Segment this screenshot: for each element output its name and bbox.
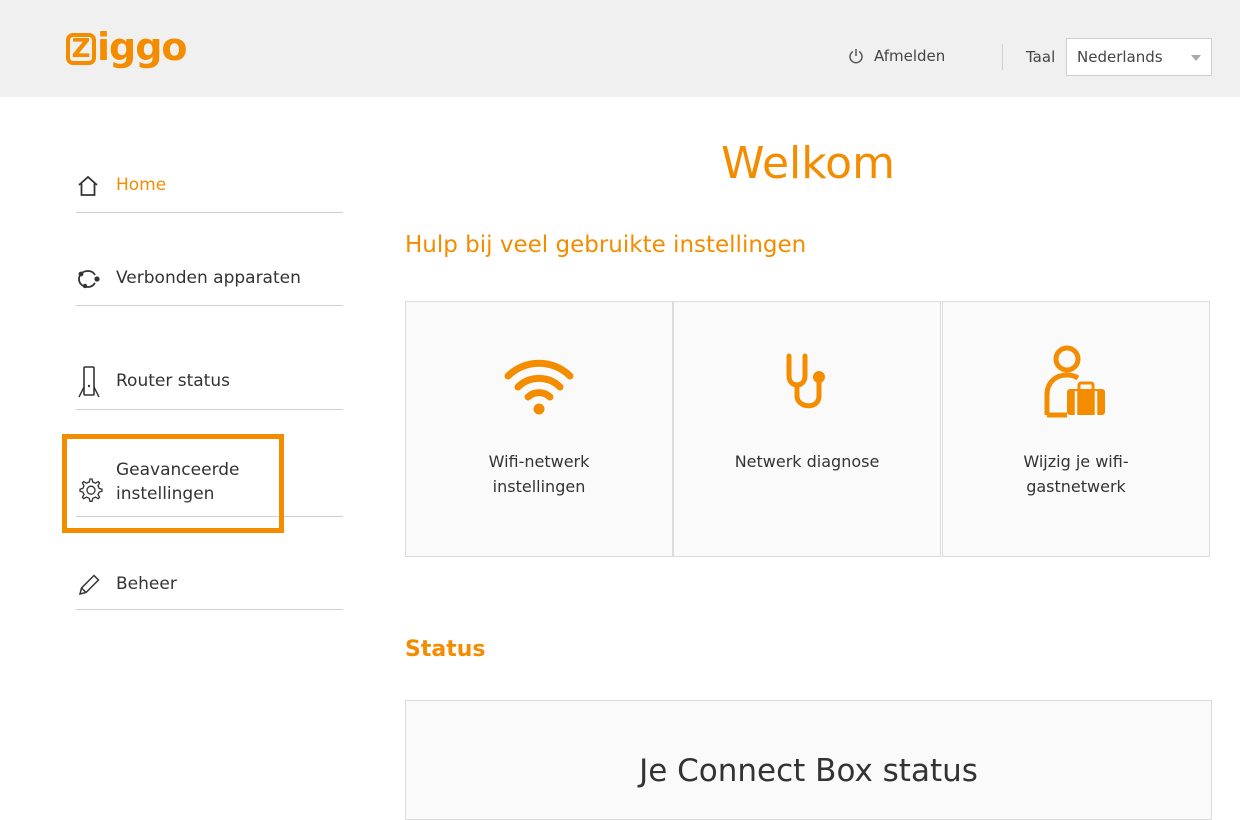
status-panel: Je Connect Box status	[405, 700, 1212, 820]
language-select[interactable]: Nederlands	[1066, 38, 1212, 76]
home-icon	[76, 174, 116, 198]
power-icon	[849, 49, 863, 64]
router-icon	[76, 365, 116, 399]
card-label: Netwerk diagnose	[734, 452, 880, 471]
logo-box-letter: Z	[66, 33, 96, 65]
status-panel-title: Je Connect Box status	[639, 753, 978, 789]
sidebar-item-beheer[interactable]: Beheer	[76, 560, 343, 610]
pencil-icon	[76, 572, 116, 598]
header-divider	[1002, 44, 1003, 70]
logo-wordmark: iggo	[97, 25, 188, 69]
logout-button[interactable]: Afmelden	[848, 47, 945, 65]
chevron-down-icon	[1191, 55, 1201, 61]
sidebar-item-label: Verbonden apparaten	[116, 268, 301, 289]
card-guest-network[interactable]: Wijzig je wifi-gastnetwerk	[942, 301, 1210, 557]
language-value: Nederlands	[1077, 48, 1163, 66]
sidebar-item-advanced-settings[interactable]: Geavanceerde instellingen	[76, 450, 343, 517]
sidebar-item-home[interactable]: Home	[76, 160, 343, 213]
sidebar-item-label: Geavanceerde instellingen	[116, 460, 240, 504]
stethoscope-icon	[674, 350, 940, 420]
sidebar-item-router-status[interactable]: Router status	[76, 355, 343, 410]
page-title: Welkom	[721, 138, 895, 189]
guest-person-suitcase-icon	[943, 345, 1209, 418]
card-network-diagnosis[interactable]: Netwerk diagnose	[673, 301, 941, 557]
sidebar-item-label: Home	[116, 175, 167, 196]
sidebar-item-connected-devices[interactable]: Verbonden apparaten	[76, 253, 343, 306]
logout-label: Afmelden	[874, 47, 946, 65]
sidebar-item-label: Beheer	[116, 573, 177, 594]
sidebar-item-label: Router status	[116, 371, 230, 392]
top-header: Z iggo Afmelden Taal Nederlands	[0, 0, 1240, 97]
gear-icon	[76, 476, 116, 504]
language-label: Taal	[1026, 48, 1056, 66]
wifi-icon	[406, 350, 672, 420]
card-label: Wifi-netwerk instellingen	[488, 452, 590, 496]
ziggo-logo[interactable]: Z iggo	[66, 25, 188, 72]
card-wifi-settings[interactable]: Wifi-netwerk instellingen	[405, 301, 673, 557]
card-label: Wijzig je wifi-gastnetwerk	[1023, 452, 1129, 496]
connected-devices-icon	[76, 267, 116, 291]
help-section-title: Hulp bij veel gebruikte instellingen	[405, 232, 807, 258]
status-section-title: Status	[405, 637, 486, 662]
